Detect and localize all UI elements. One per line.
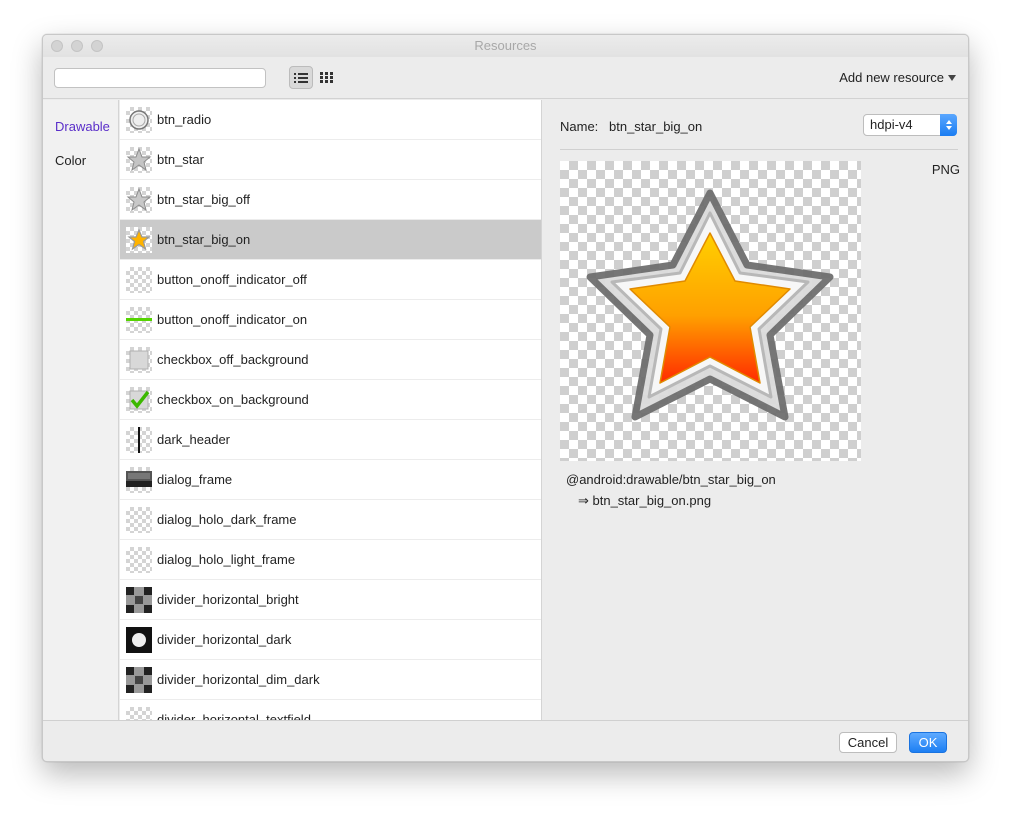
toolbar: Add new resource bbox=[43, 57, 968, 99]
list-item-label: dialog_holo_dark_frame bbox=[157, 512, 297, 527]
ok-button[interactable]: OK bbox=[909, 732, 947, 753]
list-item-label: divider_horizontal_dim_dark bbox=[157, 672, 320, 687]
list-item-btn-radio[interactable]: btn_radio bbox=[120, 100, 541, 140]
divider-thumb-icon bbox=[126, 586, 152, 613]
list-item-btn-star-big-on[interactable]: btn_star_big_on bbox=[120, 220, 541, 260]
drawable-preview bbox=[560, 161, 861, 461]
dialog-frame-thumb-icon bbox=[126, 466, 152, 493]
resource-name: btn_star_big_on bbox=[609, 119, 703, 134]
list-view-icon bbox=[294, 72, 308, 83]
resource-reference: @android:drawable/btn_star_big_on bbox=[566, 472, 776, 487]
nav-item-color[interactable]: Color bbox=[55, 153, 86, 168]
density-value: hdpi-v4 bbox=[870, 117, 913, 132]
transparent-thumb-icon bbox=[126, 706, 152, 720]
list-item-button-onoff-indicator-on[interactable]: button_onoff_indicator_on bbox=[120, 300, 541, 340]
list-item-label: divider_horizontal_dark bbox=[157, 632, 292, 647]
list-item-label: dialog_holo_light_frame bbox=[157, 552, 296, 567]
up-down-arrows-icon bbox=[940, 114, 957, 136]
resource-file: ⇒ btn_star_big_on.png bbox=[578, 493, 712, 508]
file-format: PNG bbox=[931, 162, 960, 177]
close-window-button[interactable] bbox=[51, 40, 63, 52]
window-controls bbox=[51, 40, 103, 52]
divider bbox=[560, 149, 958, 150]
minimize-window-button[interactable] bbox=[71, 40, 83, 52]
zoom-window-button[interactable] bbox=[91, 40, 103, 52]
list-item-label: button_onoff_indicator_on bbox=[157, 312, 308, 327]
star-gold-thumb-icon bbox=[126, 226, 152, 253]
list-item-label: btn_radio bbox=[157, 112, 212, 127]
list-item-checkbox-off-background[interactable]: checkbox_off_background bbox=[120, 340, 541, 380]
list-item-label: checkbox_on_background bbox=[157, 392, 309, 407]
checkbox-off-thumb-icon bbox=[126, 346, 152, 373]
cancel-button[interactable]: Cancel bbox=[839, 732, 897, 753]
name-label: Name: bbox=[560, 119, 599, 134]
list-item-label: btn_star_big_off bbox=[157, 192, 250, 207]
star-gray-thumb-icon bbox=[126, 146, 152, 173]
transparent-thumb-icon bbox=[126, 266, 152, 293]
list-item-dialog-frame[interactable]: dialog_frame bbox=[120, 460, 541, 500]
green-line-thumb-icon bbox=[126, 306, 152, 333]
dark-header-thumb-icon bbox=[126, 426, 152, 453]
list-item-dark-header[interactable]: dark_header bbox=[120, 420, 541, 460]
chevron-down-icon bbox=[948, 74, 956, 81]
checkmark-thumb-icon bbox=[126, 386, 152, 413]
list-item-label: button_onoff_indicator_off bbox=[157, 272, 307, 287]
title-bar: Resources bbox=[43, 35, 968, 57]
nav-item-drawable[interactable]: Drawable bbox=[55, 119, 110, 134]
list-item-checkbox-on-background[interactable]: checkbox_on_background bbox=[120, 380, 541, 420]
density-select[interactable]: hdpi-v4 bbox=[863, 114, 957, 136]
search-input[interactable] bbox=[54, 68, 266, 88]
list-item-label: checkbox_off_background bbox=[157, 352, 309, 367]
list-item-label: dark_header bbox=[157, 432, 230, 447]
add-new-resource-dropdown[interactable]: Add new resource bbox=[839, 70, 956, 85]
grid-view-icon bbox=[319, 72, 333, 83]
list-item-button-onoff-indicator-off[interactable]: button_onoff_indicator_off bbox=[120, 260, 541, 300]
list-item-btn-star[interactable]: btn_star bbox=[120, 140, 541, 180]
list-item-dialog-holo-light-frame[interactable]: dialog_holo_light_frame bbox=[120, 540, 541, 580]
divider-thumb-icon bbox=[126, 666, 152, 693]
divider-dark-thumb-icon bbox=[126, 626, 152, 653]
list-item-divider-horizontal-dim-dark[interactable]: divider_horizontal_dim_dark bbox=[120, 660, 541, 700]
star-gold-preview-icon bbox=[586, 189, 834, 421]
window-title: Resources bbox=[474, 38, 537, 53]
resource-list: btn_radio btn_star btn_star_big_off btn_… bbox=[120, 100, 541, 720]
list-item-label: divider_horizontal_textfield bbox=[157, 712, 311, 720]
list-view-button[interactable] bbox=[289, 66, 313, 89]
list-item-label: dialog_frame bbox=[157, 472, 233, 487]
list-item-label: btn_star_big_on bbox=[157, 232, 251, 247]
list-item-divider-horizontal-dark[interactable]: divider_horizontal_dark bbox=[120, 620, 541, 660]
grid-view-button[interactable] bbox=[314, 66, 338, 89]
dialog-footer: Cancel OK bbox=[43, 720, 968, 761]
resource-detail-panel: Name: btn_star_big_on hdpi-v4 PNG @andro… bbox=[542, 100, 968, 720]
transparent-thumb-icon bbox=[126, 546, 152, 573]
add-new-resource-label: Add new resource bbox=[839, 70, 944, 85]
list-item-divider-horizontal-bright[interactable]: divider_horizontal_bright bbox=[120, 580, 541, 620]
resource-type-nav: Drawable Color bbox=[43, 100, 119, 720]
list-item-divider-horizontal-textfield[interactable]: divider_horizontal_textfield bbox=[120, 700, 541, 720]
list-item-dialog-holo-dark-frame[interactable]: dialog_holo_dark_frame bbox=[120, 500, 541, 540]
radio-thumb-icon bbox=[126, 106, 152, 133]
star-gray-thumb-icon bbox=[126, 186, 152, 213]
list-item-label: divider_horizontal_bright bbox=[157, 592, 299, 607]
resources-window: Resources Add new resource Drawable Colo… bbox=[42, 34, 969, 762]
list-item-btn-star-big-off[interactable]: btn_star_big_off bbox=[120, 180, 541, 220]
list-item-label: btn_star bbox=[157, 152, 204, 167]
transparent-thumb-icon bbox=[126, 506, 152, 533]
